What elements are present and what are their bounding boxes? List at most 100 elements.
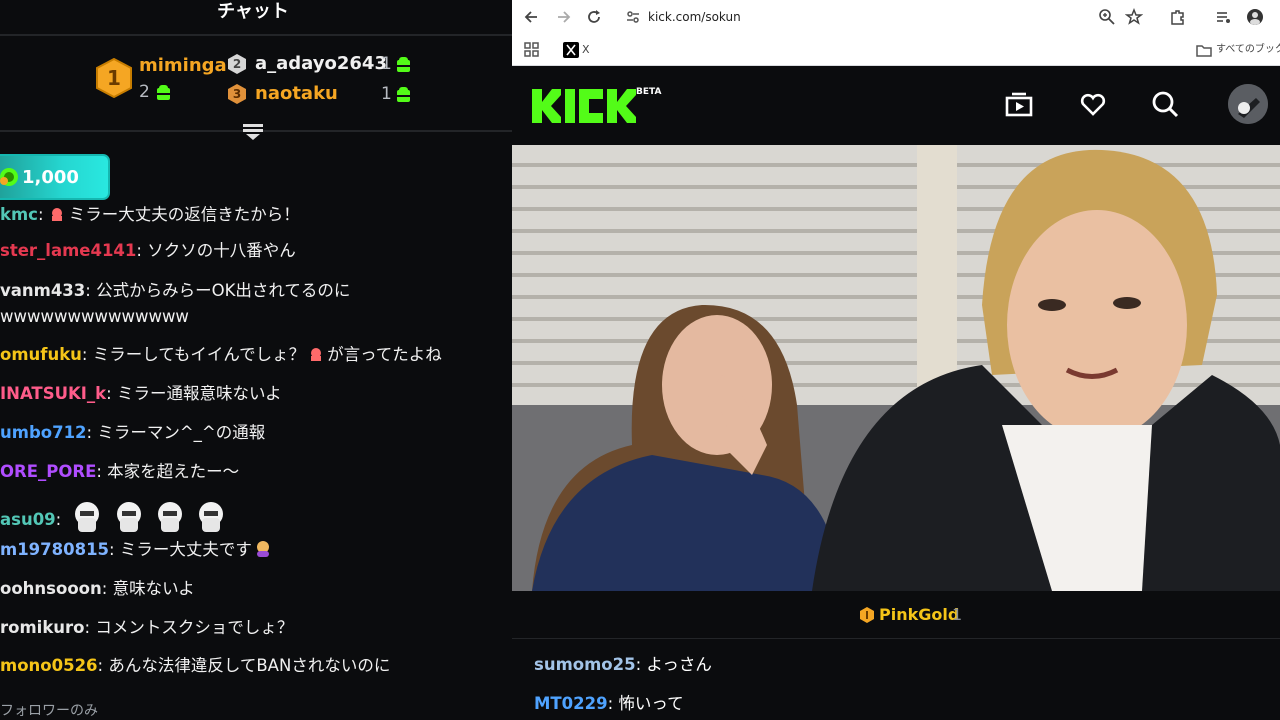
chat-message: omufuku: ミラーしてもイイんでしょ？ が言ってたよね (0, 345, 442, 364)
gift-icon (397, 57, 410, 72)
chat-message: sumomo25: よっさん (534, 655, 712, 674)
chat-text: 意味ないよ (112, 579, 195, 598)
ghost-emote-icon (199, 502, 224, 532)
kick-logo[interactable] (532, 87, 636, 125)
reading-list-icon[interactable] (1214, 8, 1232, 26)
star-icon[interactable] (1125, 8, 1143, 26)
chat-username[interactable]: umbo712 (0, 423, 87, 442)
chat-username[interactable]: INATSUKI_k (0, 384, 106, 403)
heart-icon[interactable] (1078, 89, 1108, 119)
chat-username[interactable]: asu09 (0, 510, 56, 529)
chat-text: コメントスクショでしょ？ (95, 618, 294, 637)
back-arrow-icon[interactable] (523, 8, 541, 26)
site-settings-icon[interactable] (624, 8, 642, 26)
address-text[interactable]: kick.com/sokun (648, 8, 741, 26)
chat-username[interactable]: ster_lame4141 (0, 241, 136, 260)
chat-message: MT0229: 怖いって (534, 694, 684, 713)
leaderboard-name-3[interactable]: naotaku (255, 83, 338, 105)
bookmarks-bar: X すべてのブックマ (512, 34, 1280, 66)
chat-username[interactable]: sumomo25 (534, 655, 636, 674)
expand-chevron-icon[interactable] (242, 123, 264, 141)
gift-leader-name[interactable]: PinkGold (879, 604, 959, 626)
gift-leader-bar: PinkGold 1 (512, 591, 1280, 639)
browser-toolbar: kick.com/sokun (512, 0, 1280, 34)
octopus-emoji-icon (51, 208, 62, 221)
ghost-emote-icon (157, 502, 182, 532)
chat-panel: チャット 1 miminga 2 2 a_adayo2643 1 3 naota… (0, 0, 512, 720)
ghost-emote-icon (116, 502, 141, 532)
chat-text: 怖いって (618, 694, 684, 713)
leaderboard-name-2[interactable]: a_adayo2643 (255, 53, 387, 75)
chat-text: ミラー大丈夫の返信きたから！ (68, 205, 300, 224)
video-player[interactable] (512, 145, 1280, 591)
profile-icon[interactable] (1246, 8, 1264, 26)
rank-3-medal-icon: 3 (227, 83, 247, 105)
chat-text: よっさん (646, 655, 712, 674)
chat-message: asu09: (0, 500, 512, 534)
chat-username[interactable]: romikuro (0, 618, 85, 637)
follower-only-note: フォロワーのみ (0, 703, 98, 719)
leaderboard-count-1: 2 (139, 82, 150, 102)
chat-message: romikuro: コメントスクショでしょ？ (0, 618, 294, 637)
octopus-emoji-icon (311, 348, 322, 361)
chat-message: INATSUKI_k: ミラー通報意味ないよ (0, 384, 282, 403)
chat-username[interactable]: ORE_PORE (0, 462, 96, 481)
stream-chat: sumomo25: よっさん MT0229: 怖いって (512, 640, 1280, 720)
tip-amount: 1,000 (22, 167, 79, 188)
gift-leaderboard: 1 miminga 2 2 a_adayo2643 1 3 naotaku 1 (0, 36, 512, 132)
extensions-icon[interactable] (1169, 8, 1187, 26)
leaderboard-name-1[interactable]: miminga (139, 55, 227, 77)
folder-icon[interactable] (1195, 41, 1213, 59)
rank-1-medal-icon: 1 (95, 58, 133, 98)
chat-message: oohnsooon: 意味ないよ (0, 579, 195, 598)
tip-pill[interactable]: 1,000 (0, 154, 110, 200)
chat-text: 公式からみらーOK出されてるのに (96, 281, 351, 300)
chat-header: チャット (0, 0, 512, 36)
zoom-icon[interactable] (1098, 8, 1116, 26)
browser-window: kick.com/sokun X すべてのブックマ (512, 0, 1280, 720)
chat-message: ster_lame4141: ソクソの十八番やん (0, 241, 296, 260)
x-logo-icon[interactable] (562, 41, 580, 59)
gift-icon (397, 87, 410, 102)
chat-username[interactable]: vanm433 (0, 281, 85, 300)
gift-leader-count: 1 (952, 605, 963, 624)
money-icon (0, 168, 18, 186)
reload-icon[interactable] (585, 8, 603, 26)
bookmark-folder-label[interactable]: すべてのブックマ (1216, 41, 1280, 59)
chat-message: m19780815: ミラー大丈夫です (0, 539, 512, 561)
search-icon[interactable] (1150, 89, 1180, 119)
forward-arrow-icon[interactable] (554, 8, 572, 26)
chat-title: チャット (217, 1, 289, 22)
chat-text: ミラーしてもイイんでしょ？ (92, 345, 306, 364)
gift-icon (157, 85, 170, 100)
chat-text: ミラーマン^_^の通報 (97, 423, 266, 442)
ghost-emote-icon (75, 502, 100, 532)
chat-message: ORE_PORE: 本家を超えたー〜 (0, 462, 240, 481)
chat-message: umbo712: ミラーマン^_^の通報 (0, 423, 266, 442)
chat-text: ミラー大丈夫です (119, 540, 252, 559)
following-icon[interactable] (1004, 89, 1034, 119)
chat-text: 本家を超えたー〜 (107, 462, 240, 481)
medal-icon (860, 607, 874, 623)
chat-username[interactable]: oohnsooon (0, 579, 102, 598)
apps-grid-icon[interactable] (523, 41, 541, 59)
chat-username[interactable]: omufuku (0, 345, 82, 364)
chat-text: ソクソの十八番やん (147, 241, 296, 260)
beta-label: BETA (636, 87, 662, 97)
chat-message: mono0526: あんな法律違反してBANされないのに (0, 656, 391, 675)
leaderboard-count-3: 1 (381, 84, 392, 104)
chat-text: ミラー通報意味ないよ (116, 384, 282, 403)
chat-text: あんな法律違反してBANされないのに (108, 656, 391, 675)
chat-username[interactable]: MT0229 (534, 694, 608, 713)
chat-username[interactable]: mono0526 (0, 656, 98, 675)
person-emoji-icon (256, 541, 269, 557)
user-avatar[interactable] (1228, 84, 1268, 124)
chat-username[interactable]: kmc (0, 205, 38, 224)
bookmark-x-label[interactable]: X (582, 41, 590, 59)
rank-2-medal-icon: 2 (227, 53, 247, 75)
kick-header: BETA (512, 67, 1280, 145)
chat-username[interactable]: m19780815 (0, 540, 109, 559)
chat-message-continuation: wwwwwwwwwwwwww (0, 307, 189, 326)
chat-message: kmc: ミラー大丈夫の返信きたから！ (0, 205, 300, 224)
leaderboard-count-2: 1 (381, 54, 392, 74)
